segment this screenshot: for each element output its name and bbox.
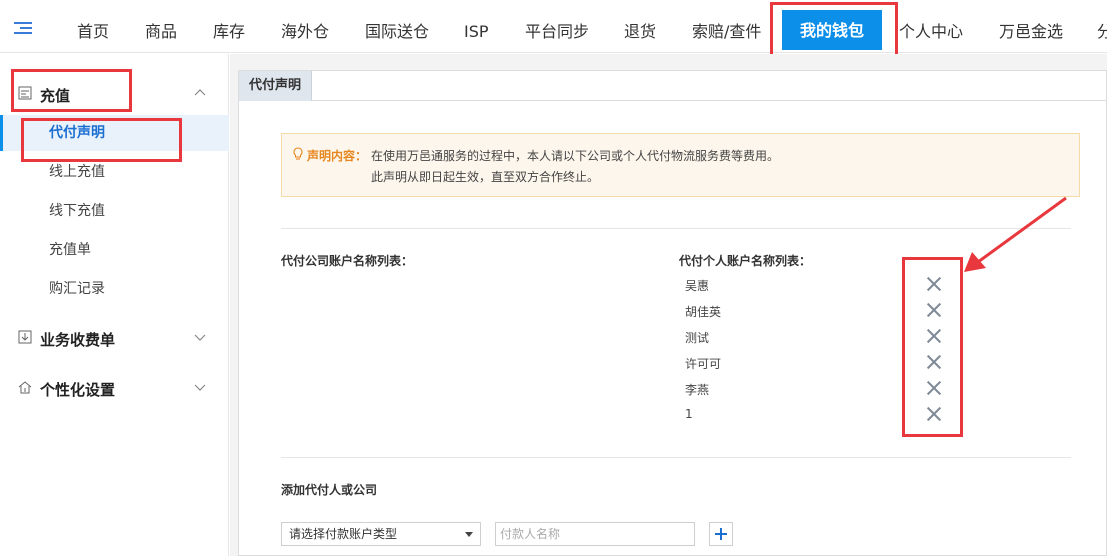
recharge-icon (18, 86, 32, 100)
person-name: 李燕 (685, 383, 710, 397)
sidebar-group-label: 业务收费单 (40, 331, 116, 349)
nav-more[interactable]: 分 (1097, 0, 1107, 53)
person-name: 1 (685, 407, 693, 421)
sidebar: 充值 代付声明 线上充值 线下充值 充值单 购汇记录 业务收费单 个性化设置 (0, 54, 229, 556)
sidebar-item-exchange-records[interactable]: 购汇记录 (0, 271, 229, 307)
nav-claims[interactable]: 索赔/查件 (692, 0, 761, 53)
nav-personal-center[interactable]: 个人中心 (899, 0, 963, 53)
caret-down-icon (465, 532, 473, 537)
nav-my-wallet[interactable]: 我的钱包 (782, 10, 883, 50)
add-payer-button[interactable] (709, 522, 733, 546)
main-content: 代付声明 声明内容： 在使用万邑通服务的过程中，本人请以下公司或个人代付物流服务… (230, 54, 1107, 556)
delete-person-icon[interactable] (926, 328, 942, 344)
delete-person-icon[interactable] (926, 354, 942, 370)
sidebar-group-billing[interactable]: 业务收费单 (0, 318, 229, 358)
notice-text-line2: 此声明从即日起生效，直至双方合作终止。 (371, 170, 600, 184)
declaration-panel: 代付声明 声明内容： 在使用万邑通服务的过程中，本人请以下公司或个人代付物流服务… (238, 70, 1107, 556)
nav-wanyi-select[interactable]: 万邑金选 (999, 0, 1063, 53)
top-nav: 首页 商品 库存 海外仓 国际送仓 ISP 平台同步 退货 索赔/查件 我的钱包… (0, 0, 1107, 53)
nav-returns[interactable]: 退货 (624, 0, 656, 53)
person-name: 胡佳英 (685, 305, 722, 319)
menu-toggle-icon[interactable] (14, 22, 32, 34)
person-name: 吴惠 (685, 279, 710, 293)
notice-label: 声明内容： (307, 149, 368, 163)
sidebar-group-personalization[interactable]: 个性化设置 (0, 368, 229, 408)
person-name: 许可可 (685, 357, 722, 371)
delete-person-icon[interactable] (926, 406, 942, 422)
delete-person-icon[interactable] (926, 302, 942, 318)
sidebar-item-offline-recharge[interactable]: 线下充值 (0, 193, 229, 229)
nav-inventory[interactable]: 库存 (213, 0, 245, 53)
chevron-down-icon (194, 334, 206, 341)
payer-name-input[interactable] (495, 522, 695, 546)
account-type-select[interactable]: 请选择付款账户类型 (281, 522, 481, 546)
tab-bar: 代付声明 (239, 71, 1107, 101)
nav-platform-sync[interactable]: 平台同步 (525, 0, 589, 53)
lightbulb-icon (293, 147, 303, 160)
sidebar-group-recharge[interactable]: 充值 (0, 74, 229, 114)
company-list-title: 代付公司账户名称列表： (281, 254, 414, 268)
declaration-notice: 声明内容： 在使用万邑通服务的过程中，本人请以下公司或个人代付物流服务费等费用。… (281, 133, 1080, 197)
sidebar-item-recharge-orders[interactable]: 充值单 (0, 232, 229, 268)
sidebar-group-label: 充值 (40, 87, 71, 105)
nav-international-delivery[interactable]: 国际送仓 (365, 0, 429, 53)
nav-home[interactable]: 首页 (77, 0, 109, 53)
person-list-title: 代付个人账户名称列表： (679, 254, 812, 268)
tab-payment-declaration[interactable]: 代付声明 (239, 71, 313, 101)
chevron-down-icon (194, 384, 206, 391)
delete-person-icon[interactable] (926, 380, 942, 396)
nav-overseas-warehouse[interactable]: 海外仓 (281, 0, 329, 53)
notice-text-line1: 在使用万邑通服务的过程中，本人请以下公司或个人代付物流服务费等费用。 (371, 149, 780, 163)
chevron-up-icon (194, 89, 206, 96)
home-settings-icon (18, 380, 32, 394)
sidebar-group-label: 个性化设置 (40, 381, 116, 399)
sidebar-item-payment-declaration[interactable]: 代付声明 (0, 115, 229, 151)
account-type-select-value: 请选择付款账户类型 (289, 527, 398, 541)
divider (281, 228, 1071, 229)
divider (281, 457, 1071, 458)
nav-products[interactable]: 商品 (145, 0, 177, 53)
delete-person-icon[interactable] (926, 276, 942, 292)
add-payer-title: 添加代付人或公司 (281, 483, 378, 497)
download-doc-icon (18, 330, 32, 344)
nav-isp[interactable]: ISP (464, 0, 489, 53)
person-name: 测试 (685, 331, 710, 345)
sidebar-item-online-recharge[interactable]: 线上充值 (0, 154, 229, 190)
